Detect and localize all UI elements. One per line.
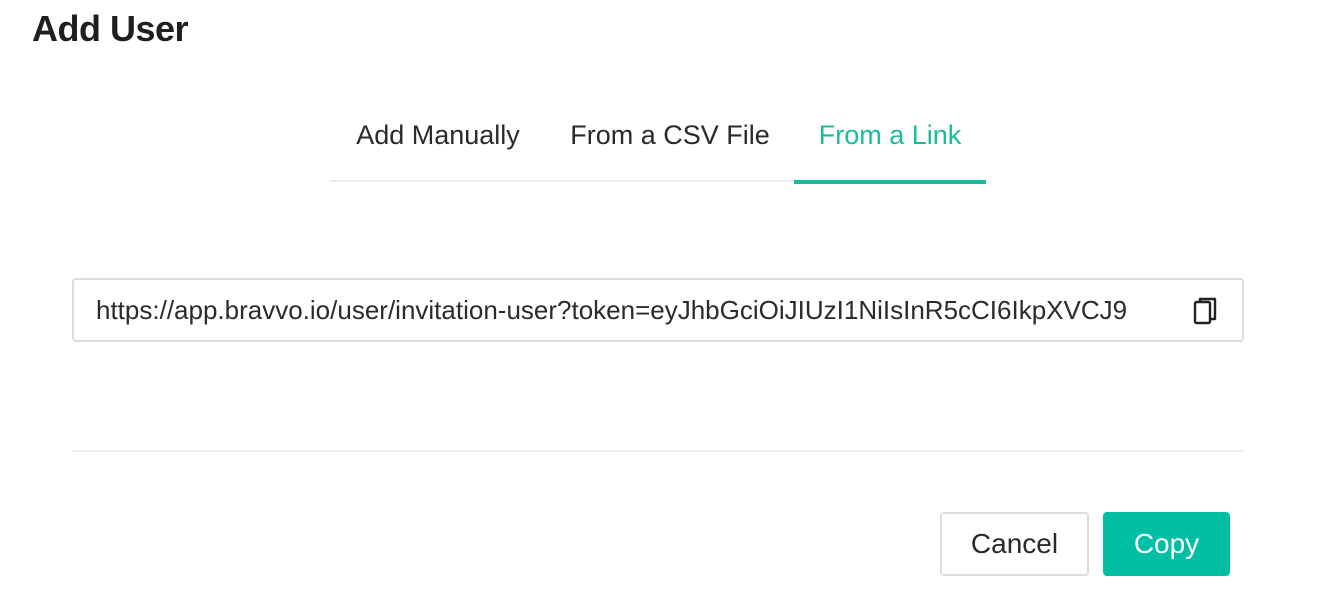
- copy-icon[interactable]: [1192, 296, 1220, 326]
- tab-add-manually[interactable]: Add Manually: [330, 106, 546, 182]
- tab-from-a-link[interactable]: From a Link: [794, 106, 986, 184]
- invitation-link-field: [72, 278, 1244, 342]
- tab-from-csv-file[interactable]: From a CSV File: [546, 106, 794, 182]
- dialog-title: Add User: [32, 8, 189, 49]
- footer-divider: [72, 450, 1244, 452]
- tab-bar: Add Manually From a CSV File From a Link: [330, 106, 986, 184]
- cancel-button[interactable]: Cancel: [940, 512, 1089, 576]
- invitation-link-input[interactable]: [96, 280, 1186, 340]
- add-user-dialog: Add User Add Manually From a CSV File Fr…: [0, 0, 1320, 592]
- copy-button[interactable]: Copy: [1103, 512, 1230, 576]
